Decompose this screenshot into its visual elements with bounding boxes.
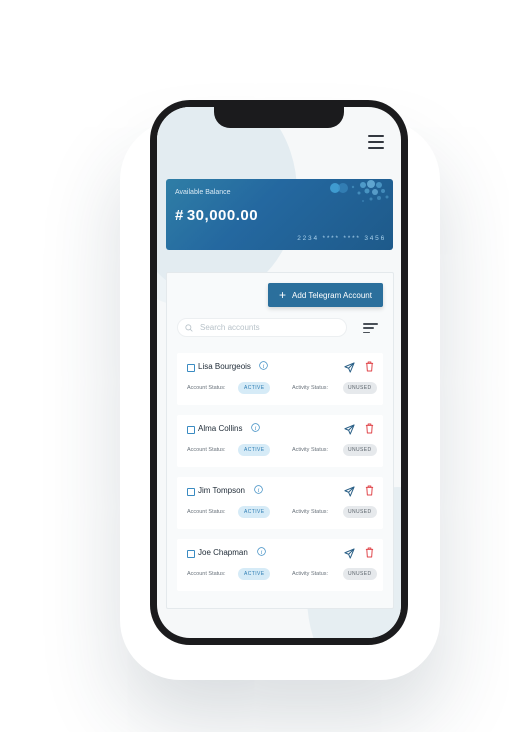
delete-icon[interactable] — [365, 361, 374, 372]
send-icon[interactable] — [344, 362, 355, 373]
search-input[interactable]: Search accounts — [177, 318, 347, 337]
activity-status-label: Activity Status: — [292, 447, 329, 453]
info-icon[interactable]: i — [259, 361, 268, 370]
activity-status-label: Activity Status: — [292, 509, 329, 515]
send-icon[interactable] — [344, 424, 355, 435]
phone-screen: Available Balance #30,000.00 2234 **** *… — [157, 107, 401, 638]
add-telegram-account-button[interactable]: + Add Telegram Account — [268, 283, 383, 307]
account-checkbox[interactable] — [187, 550, 195, 558]
account-status-badge: ACTIVE — [238, 506, 271, 518]
card-decoration-dots — [330, 180, 389, 202]
account-name: Lisa Bourgeois — [198, 362, 251, 371]
phone-frame: Available Balance #30,000.00 2234 **** *… — [150, 100, 408, 645]
account-name: Jim Tompson — [198, 486, 245, 495]
balance-label: Available Balance — [175, 189, 231, 196]
info-icon[interactable]: i — [251, 423, 260, 432]
search-icon — [185, 323, 193, 332]
plus-icon: + — [279, 288, 287, 302]
account-checkbox[interactable] — [187, 364, 195, 372]
account-checkbox[interactable] — [187, 426, 195, 434]
activity-status-badge: UNUSED — [343, 506, 377, 518]
account-card[interactable]: Jim Tompson i Account Status: ACTIVE Act… — [177, 477, 383, 529]
activity-status-badge: UNUSED — [343, 382, 377, 394]
account-name: Alma Collins — [198, 424, 243, 433]
account-status-badge: ACTIVE — [238, 444, 271, 456]
account-card[interactable]: Joe Chapman i Account Status: ACTIVE Act… — [177, 539, 383, 591]
account-status-badge: ACTIVE — [238, 568, 271, 580]
filter-sort-icon[interactable] — [363, 323, 378, 333]
delete-icon[interactable] — [365, 547, 374, 558]
currency-symbol: # — [175, 207, 184, 224]
card-number: 2234 **** **** 3456 — [297, 235, 386, 242]
activity-status-label: Activity Status: — [292, 385, 329, 391]
accounts-panel: + Add Telegram Account Search accounts L… — [166, 272, 394, 609]
account-status-label: Account Status: — [187, 509, 226, 515]
hamburger-menu-icon[interactable] — [368, 135, 384, 149]
add-button-label: Add Telegram Account — [292, 290, 372, 300]
account-checkbox[interactable] — [187, 488, 195, 496]
info-icon[interactable]: i — [257, 547, 266, 556]
send-icon[interactable] — [344, 548, 355, 559]
info-icon[interactable]: i — [254, 485, 263, 494]
balance-value: 30,000.00 — [186, 207, 259, 224]
search-placeholder: Search accounts — [200, 323, 260, 332]
account-status-label: Account Status: — [187, 385, 226, 391]
balance-amount: #30,000.00 — [175, 207, 258, 224]
activity-status-badge: UNUSED — [343, 444, 377, 456]
account-status-label: Account Status: — [187, 447, 226, 453]
send-icon[interactable] — [344, 486, 355, 497]
activity-status-badge: UNUSED — [343, 568, 377, 580]
account-name: Joe Chapman — [198, 548, 248, 557]
balance-card: Available Balance #30,000.00 2234 **** *… — [166, 179, 393, 250]
activity-status-label: Activity Status: — [292, 571, 329, 577]
account-status-badge: ACTIVE — [238, 382, 271, 394]
account-card[interactable]: Lisa Bourgeois i Account Status: ACTIVE … — [177, 353, 383, 405]
delete-icon[interactable] — [365, 485, 374, 496]
delete-icon[interactable] — [365, 423, 374, 434]
account-status-label: Account Status: — [187, 571, 226, 577]
phone-notch — [214, 107, 344, 128]
account-card[interactable]: Alma Collins i Account Status: ACTIVE Ac… — [177, 415, 383, 467]
